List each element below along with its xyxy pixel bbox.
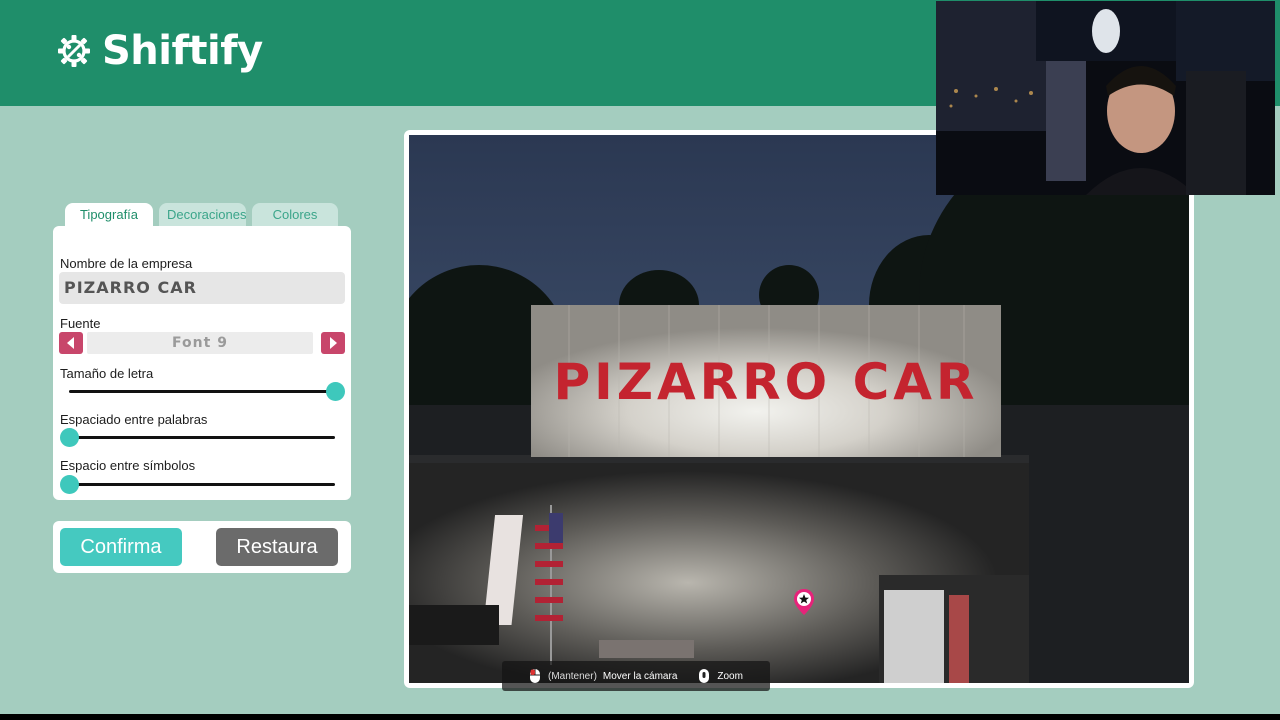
slider-thumb[interactable] [60, 475, 79, 494]
reset-button[interactable]: Restaura [216, 528, 338, 566]
hold-hint: (Mantener) [548, 670, 597, 682]
action-panel: Confirma Restaura [53, 521, 351, 573]
word-spacing-label: Espaciado entre palabras [60, 412, 208, 427]
font-prev-button[interactable] [59, 332, 83, 354]
symbol-spacing-slider[interactable] [60, 475, 335, 494]
font-size-slider[interactable] [69, 382, 345, 401]
typography-panel: Nombre de la empresa PIZARRO CAR Fuente … [53, 226, 351, 500]
move-camera-hint: Mover la cámara [602, 670, 678, 682]
sign-text: PIZARRO CAR [553, 353, 979, 411]
waypoint-marker: 8m [793, 588, 815, 615]
tab-decoraciones[interactable]: Decoraciones [159, 203, 247, 227]
brand: Shiftify [56, 28, 263, 74]
waypoint-star-icon [794, 589, 814, 615]
bottom-strip [0, 714, 1280, 720]
brand-name: Shiftify [102, 28, 263, 74]
font-size-label: Tamaño de letra [60, 366, 154, 381]
company-name-label: Nombre de la empresa [60, 256, 193, 271]
font-next-button[interactable] [321, 332, 345, 354]
word-spacing-slider[interactable] [60, 428, 335, 447]
slider-track [69, 436, 335, 439]
gear-logo-icon [58, 35, 90, 67]
webcam-overlay [936, 1, 1275, 195]
game-preview[interactable]: PIZARRO CAR 8m [409, 135, 1189, 683]
zoom-hint: Zoom [717, 670, 743, 682]
webcam-feed-illustration [936, 1, 1275, 195]
font-label: Fuente [60, 316, 101, 331]
slider-track [69, 390, 335, 393]
tab-colores[interactable]: Colores [252, 203, 338, 227]
font-value: Font 9 [87, 332, 313, 354]
slider-thumb[interactable] [60, 428, 79, 447]
company-name-field[interactable]: PIZARRO CAR [59, 272, 345, 304]
tab-tipografia[interactable]: Tipografía [65, 203, 153, 227]
font-selector: Font 9 [59, 331, 345, 355]
customization-tabs: Tipografía Decoraciones Colores [65, 203, 338, 227]
slider-thumb[interactable] [326, 382, 345, 401]
scroll-wheel-icon [699, 669, 710, 683]
symbol-spacing-label: Espacio entre símbolos [60, 458, 196, 473]
control-hint-bar: (Mantener) Mover la cámara Zoom [502, 661, 770, 691]
confirm-button[interactable]: Confirma [60, 528, 182, 566]
preview-frame: PIZARRO CAR 8m [404, 130, 1194, 688]
mouse-icon [530, 669, 540, 683]
slider-track [69, 483, 335, 486]
